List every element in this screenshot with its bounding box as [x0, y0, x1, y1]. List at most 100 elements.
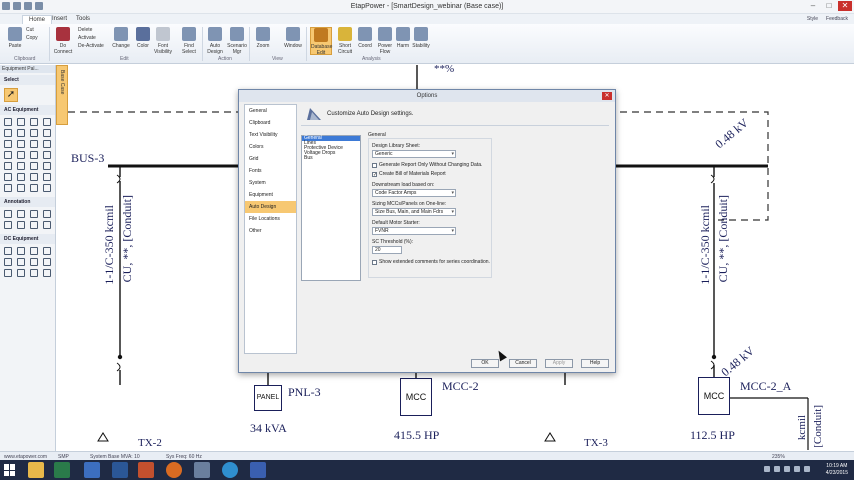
- nav-equipment[interactable]: Equipment: [245, 189, 296, 201]
- etap-taskbar-icon[interactable]: [194, 462, 210, 478]
- palette-tool[interactable]: [4, 269, 12, 277]
- firefox-icon[interactable]: [166, 462, 182, 478]
- transformer-symbol[interactable]: [544, 432, 556, 442]
- nav-other[interactable]: Other: [245, 225, 296, 237]
- palette-tool[interactable]: [43, 258, 51, 266]
- palette-tool[interactable]: [30, 162, 38, 170]
- word-icon[interactable]: [112, 462, 128, 478]
- do-connect-button[interactable]: Do Connect: [52, 27, 74, 55]
- palette-tool[interactable]: [30, 118, 38, 126]
- outlook-icon[interactable]: [84, 462, 100, 478]
- palette-section-dc[interactable]: DC Equipment: [0, 234, 55, 244]
- palette-tool[interactable]: [17, 118, 25, 126]
- stability-button[interactable]: Stability: [410, 27, 432, 49]
- app-taskbar-icon[interactable]: [250, 462, 266, 478]
- palette-tool[interactable]: [30, 151, 38, 159]
- color-button[interactable]: Color: [132, 27, 154, 49]
- delete-button[interactable]: Delete: [78, 27, 114, 33]
- palette-tool[interactable]: [17, 184, 25, 192]
- skype-icon[interactable]: [222, 462, 238, 478]
- deactivate-button[interactable]: De-Activate: [78, 43, 114, 49]
- nav-general[interactable]: General: [245, 105, 296, 117]
- powerpoint-icon[interactable]: [138, 462, 154, 478]
- palette-tool[interactable]: [17, 247, 25, 255]
- checkbox-unchecked[interactable]: [372, 259, 377, 265]
- sizing-select[interactable]: Size Bus, Main, and Main Fdrs: [372, 208, 456, 216]
- file-explorer-icon[interactable]: [28, 462, 44, 478]
- palette-tool[interactable]: [43, 184, 51, 192]
- mcc-2a-box[interactable]: MCC: [698, 377, 730, 415]
- dialog-close-button[interactable]: ✕: [602, 92, 612, 100]
- motor-starter-select[interactable]: FVNR: [372, 227, 456, 235]
- cancel-button[interactable]: Cancel: [509, 359, 537, 368]
- palette-tool[interactable]: [17, 258, 25, 266]
- palette-tool[interactable]: [17, 151, 25, 159]
- close-button[interactable]: ✕: [838, 1, 852, 11]
- palette-tool[interactable]: [30, 173, 38, 181]
- tab-tools[interactable]: Tools: [70, 15, 96, 23]
- palette-tool[interactable]: [17, 140, 25, 148]
- palette-tool[interactable]: [4, 118, 12, 126]
- palette-tool[interactable]: [4, 258, 12, 266]
- generate-report-checkbox[interactable]: Generate Report Only Without Changing Da…: [372, 162, 482, 168]
- palette-tool[interactable]: [43, 173, 51, 181]
- font-button[interactable]: Font Visibility: [152, 27, 174, 55]
- change-button[interactable]: Change: [110, 27, 132, 49]
- minimize-button[interactable]: –: [806, 1, 820, 11]
- palette-tool[interactable]: [43, 140, 51, 148]
- pointer-tool[interactable]: ➚: [4, 88, 18, 102]
- palette-tool[interactable]: [4, 210, 12, 218]
- palette-tool[interactable]: [43, 162, 51, 170]
- palette-tool[interactable]: [4, 140, 12, 148]
- palette-tool[interactable]: [43, 118, 51, 126]
- paste-button[interactable]: Paste: [4, 27, 26, 49]
- palette-tool[interactable]: [30, 184, 38, 192]
- coord-button[interactable]: Coord: [354, 27, 376, 49]
- palette-tool[interactable]: [17, 162, 25, 170]
- palette-tool[interactable]: [30, 258, 38, 266]
- palette-tool[interactable]: [4, 129, 12, 137]
- nav-colors[interactable]: Colors: [245, 141, 296, 153]
- extended-comments-checkbox[interactable]: Show extended comments for series coordi…: [372, 259, 490, 265]
- taskbar-clock[interactable]: 10:19 AM 4/23/2015: [826, 463, 848, 477]
- palette-tool[interactable]: [43, 151, 51, 159]
- palette-tool[interactable]: [4, 151, 12, 159]
- palette-tool[interactable]: [30, 221, 38, 229]
- palette-tool[interactable]: [43, 129, 51, 137]
- transformer-symbol[interactable]: [97, 432, 109, 442]
- activate-button[interactable]: Activate: [78, 35, 114, 41]
- short-circuit-button[interactable]: Short Circuit: [334, 27, 356, 55]
- category-item[interactable]: Bus: [302, 156, 360, 161]
- maximize-button[interactable]: □: [822, 1, 836, 11]
- apply-button[interactable]: Apply: [545, 359, 573, 368]
- palette-tool[interactable]: [30, 210, 38, 218]
- palette-section-ac[interactable]: AC Equipment: [0, 105, 55, 115]
- palette-tool[interactable]: [4, 247, 12, 255]
- auto-design-button[interactable]: Auto Design: [204, 27, 226, 55]
- nav-grid[interactable]: Grid: [245, 153, 296, 165]
- sc-threshold-input[interactable]: 20: [372, 246, 402, 254]
- design-library-select[interactable]: Generic: [372, 150, 456, 158]
- nav-system[interactable]: System: [245, 177, 296, 189]
- feedback-link[interactable]: Feedback: [826, 16, 848, 22]
- palette-tool[interactable]: [4, 162, 12, 170]
- palette-tool[interactable]: [17, 269, 25, 277]
- scenario-mgr-button[interactable]: Scenario Mgr: [226, 27, 248, 55]
- palette-tool[interactable]: [4, 221, 12, 229]
- base-case-tab[interactable]: Base Case: [56, 65, 68, 125]
- palette-tool[interactable]: [17, 173, 25, 181]
- downstream-select[interactable]: Code Factor Amps: [372, 189, 456, 197]
- find-select-button[interactable]: Find Select: [178, 27, 200, 55]
- nav-file-locations[interactable]: File Locations: [245, 213, 296, 225]
- palette-tool[interactable]: [43, 247, 51, 255]
- zoom-button[interactable]: Zoom: [252, 27, 274, 49]
- palette-tool[interactable]: [30, 140, 38, 148]
- palette-tool[interactable]: [30, 129, 38, 137]
- nav-text-visibility[interactable]: Text Visibility: [245, 129, 296, 141]
- style-menu[interactable]: Style: [807, 16, 818, 22]
- database-edit-button[interactable]: Database Edit: [310, 27, 332, 56]
- palette-tool[interactable]: [43, 221, 51, 229]
- bus-3-label[interactable]: BUS-3: [71, 151, 104, 166]
- palette-tool[interactable]: [30, 247, 38, 255]
- nav-clipboard[interactable]: Clipboard: [245, 117, 296, 129]
